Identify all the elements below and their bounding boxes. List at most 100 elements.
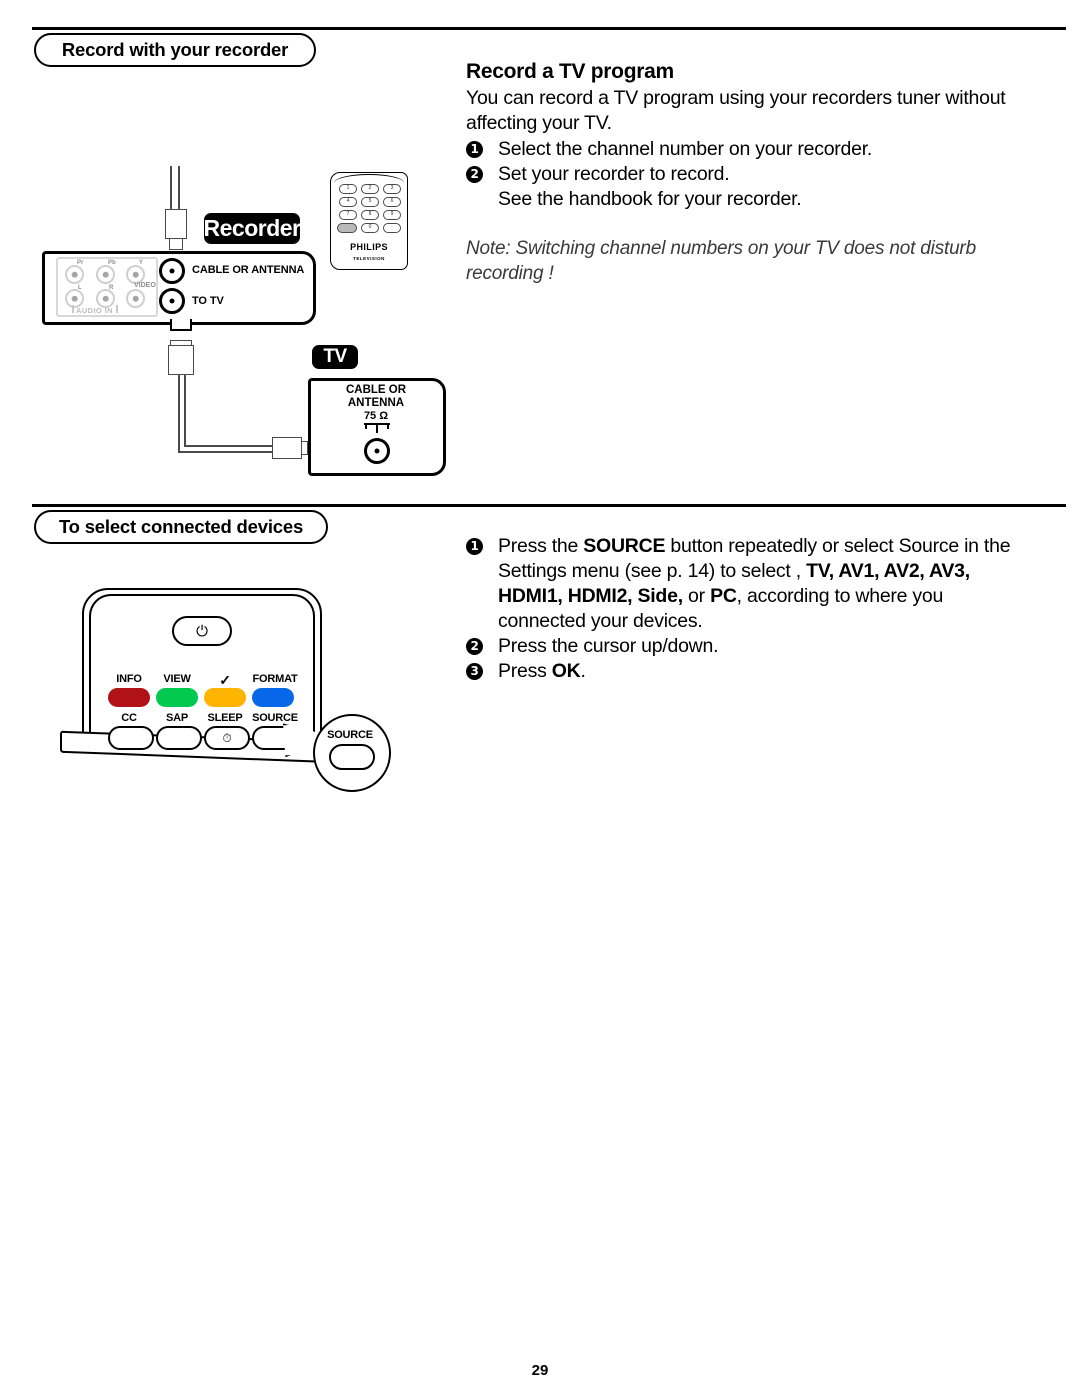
record-heading: Record a TV program <box>466 60 674 83</box>
ok-keyword: OK <box>551 660 581 682</box>
jack-label-pb: Pb <box>108 260 116 266</box>
color-button-label-view: VIEW <box>163 673 191 685</box>
power-button[interactable]: ⏻ <box>172 616 232 646</box>
step-text-prefix: Press the <box>498 535 584 557</box>
record-note: Note: Switching channel numbers on your … <box>466 238 976 284</box>
jack-label-pr: Pr <box>77 260 84 266</box>
color-button-red[interactable] <box>108 688 150 707</box>
section-header-select: To select connected devices <box>34 510 328 544</box>
coax-cable-to-tv <box>168 340 308 465</box>
philips-remote: 1 2 3 4 5 6 7 8 9 0 · PHILIPS TELEVISION <box>330 172 408 270</box>
recorder-rca-jackbox: Pr Pb Y L R VIDEO AUDIO IN <box>56 257 158 317</box>
antenna-symbol-icon <box>364 423 390 433</box>
sleep-button[interactable]: ⏱ <box>204 726 250 750</box>
page-number: 29 <box>531 1362 549 1379</box>
record-intro: You can record a TV program using your r… <box>466 87 1006 134</box>
recorder-coax-label-cable-antenna: CABLE OR ANTENNA <box>192 264 305 276</box>
callout-label-source: SOURCE <box>327 729 373 741</box>
recorder-badge: Recorder <box>203 213 301 244</box>
color-button-green[interactable] <box>156 688 198 707</box>
recorder-coax-label-to-tv: TO TV <box>192 295 224 307</box>
philips-key-1[interactable]: 1 <box>339 184 357 194</box>
tv-badge: TV <box>312 345 358 369</box>
color-button-yellow[interactable] <box>204 688 246 707</box>
step-number: 2 <box>466 166 483 183</box>
section-header-record: Record with your recorder <box>34 33 316 67</box>
philips-key-function[interactable] <box>337 223 357 233</box>
pc-keyword: PC <box>710 585 737 607</box>
tv-coax-port <box>364 438 390 464</box>
select-step-2: 2 Press the cursor up/down. <box>466 634 1022 659</box>
tv-port-label: CABLE OR ANTENNA <box>334 384 418 410</box>
section-header-select-label: To select connected devices <box>58 516 304 537</box>
audio-in-label: AUDIO IN <box>76 306 113 315</box>
color-button-blue[interactable] <box>252 688 294 707</box>
tv-impedance-label: 75 Ω <box>363 410 389 422</box>
recorder-badge-label: Recorder <box>203 215 301 241</box>
recorder-coax-cable-antenna <box>159 258 185 284</box>
recorder-coax-to-tv <box>159 288 185 314</box>
source-keyword: SOURCE <box>583 535 666 557</box>
tv-remote: ⏻ INFO VIEW ✓ FORMAT CC SAP SLEEP SOURCE… <box>60 588 391 792</box>
power-icon: ⏻ <box>196 621 208 640</box>
antenna-plug-top <box>165 209 187 251</box>
sleep-timer-icon: ⏱ <box>222 731 232 745</box>
tv-port-label-line1: CABLE OR <box>345 384 407 396</box>
step-text-mid2: or <box>682 585 711 607</box>
step-subtext: See the handbook for your recorder. <box>498 188 802 210</box>
color-button-label-check: ✓ <box>219 672 231 688</box>
color-button-label-info: INFO <box>116 673 142 685</box>
philips-key-3[interactable]: 3 <box>383 184 401 194</box>
section-header-record-label: Record with your recorder <box>61 39 289 60</box>
record-step-1: 1 Select the channel number on your reco… <box>466 137 1022 162</box>
step-text-prefix: Press <box>498 660 552 682</box>
rca-jack-video <box>126 289 145 308</box>
philips-key-0[interactable]: 0 <box>361 223 379 233</box>
record-steps: 1 Select the channel number on your reco… <box>466 137 1022 212</box>
jack-label-video: VIDEO <box>134 282 156 289</box>
callout-source-button[interactable] <box>329 744 375 770</box>
philips-brand-label: PHILIPS <box>350 242 388 252</box>
philips-key-9[interactable]: 9 <box>383 210 401 220</box>
step-number: 1 <box>466 538 483 555</box>
step-text: Set your recorder to record. <box>498 163 730 185</box>
step-text: Press the cursor up/down. <box>498 635 719 657</box>
step-number: 1 <box>466 141 483 158</box>
philips-key-6[interactable]: 6 <box>383 197 401 207</box>
step-text-suffix: . <box>580 660 586 682</box>
jack-label-y: Y <box>139 260 144 266</box>
color-button-label-format: FORMAT <box>252 673 298 685</box>
section-divider-top <box>32 27 1066 30</box>
philips-key-5[interactable]: 5 <box>361 197 379 207</box>
record-step-2: 2 Set your recorder to record. See the h… <box>466 162 1022 212</box>
tv-port-label-line2: ANTENNA <box>347 397 405 409</box>
jack-label-r: R <box>109 285 114 291</box>
tv-badge-label: TV <box>323 346 347 367</box>
rca-jack-pr <box>65 265 84 284</box>
jack-label-l: L <box>78 285 82 291</box>
button-label-cc: CC <box>121 712 137 724</box>
select-step-1: 1 Press the SOURCE button repeatedly or … <box>466 534 1022 634</box>
record-text-column: Record a TV program You can record a TV … <box>466 60 1022 286</box>
rca-jack-pb <box>96 265 115 284</box>
button-label-sap: SAP <box>165 712 189 724</box>
recorder-foot <box>170 319 192 331</box>
button-label-source: SOURCE <box>252 712 298 724</box>
step-number: 2 <box>466 638 483 655</box>
philips-subtitle-label: TELEVISION <box>353 256 385 261</box>
philips-key-dot[interactable]: · <box>383 223 401 233</box>
philips-key-7[interactable]: 7 <box>339 210 357 220</box>
select-step-3: 3 Press OK. <box>466 659 1022 684</box>
cc-button[interactable] <box>108 726 154 750</box>
sap-button[interactable] <box>156 726 202 750</box>
select-text-column: 1 Press the SOURCE button repeatedly or … <box>466 534 1022 684</box>
manual-page: Record with your recorder Record a TV pr… <box>0 0 1080 1397</box>
philips-key-4[interactable]: 4 <box>339 197 357 207</box>
button-label-sleep: SLEEP <box>207 712 243 724</box>
philips-key-2[interactable]: 2 <box>361 184 379 194</box>
select-steps: 1 Press the SOURCE button repeatedly or … <box>466 534 1022 684</box>
section-divider-middle <box>32 504 1066 507</box>
step-number: 3 <box>466 663 483 680</box>
step-text: Select the channel number on your record… <box>498 138 873 160</box>
philips-key-8[interactable]: 8 <box>361 210 379 220</box>
